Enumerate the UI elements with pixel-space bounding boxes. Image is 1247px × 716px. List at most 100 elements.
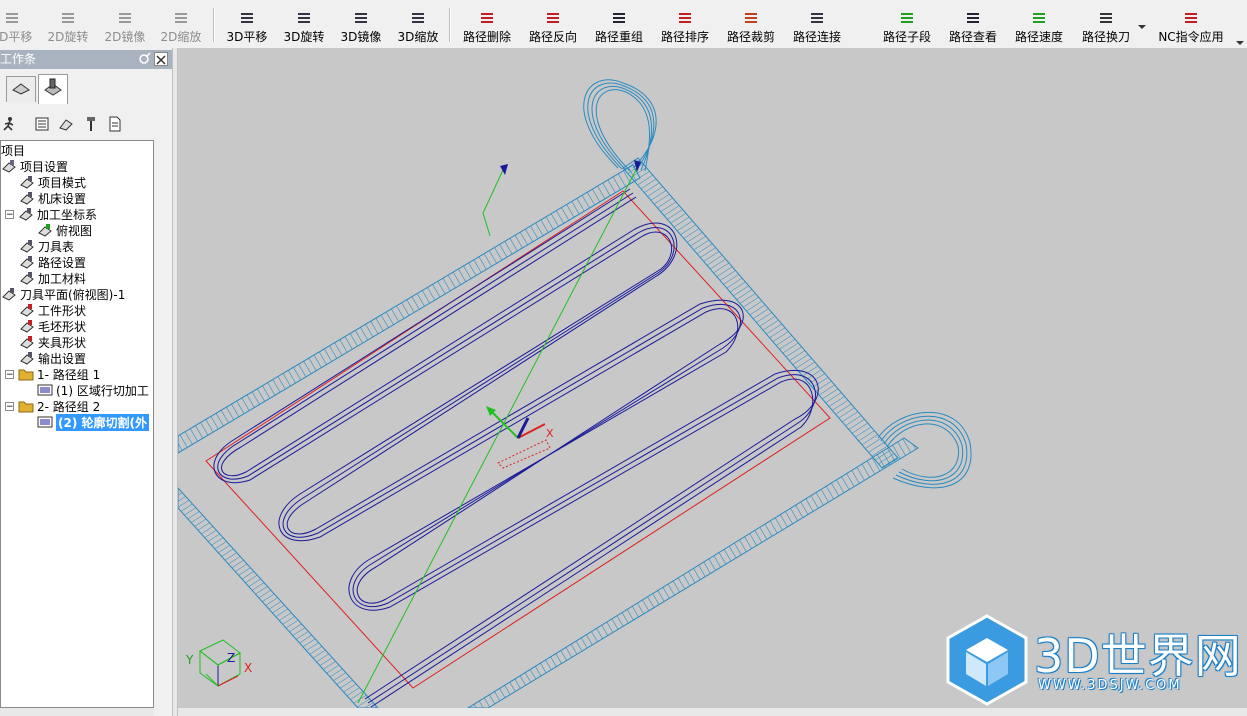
toolbar-button-14[interactable]: 路径连接 [787, 2, 847, 46]
operations-tree: 项目 项目设置 项目模式 机床设置 − 加工坐标系 俯视图 刀具表 路径设置 加工材料 刀具平面(俯… [0, 140, 154, 708]
gizmo-x-label: X [244, 661, 252, 675]
toolbar-button-7[interactable]: 3D镜像 [331, 2, 391, 46]
toolbar-button-label: 路径速度 [1014, 30, 1063, 44]
tool-plane-icon [1, 286, 17, 302]
path-settings-icon [19, 254, 35, 270]
path-subsegment-icon [898, 9, 916, 27]
toolbar-button-label: 路径反向 [528, 30, 577, 44]
tree-item[interactable]: − 2- 路径组 2 [5, 398, 100, 414]
toolbar-button-19[interactable]: NC指令应用 [1158, 2, 1224, 46]
toolbar-button-label: 3D缩放 [397, 30, 439, 44]
viewport-horizontal-scrollbar[interactable] [178, 708, 1247, 716]
tree-item[interactable]: 俯视图 [37, 222, 92, 238]
tree-item[interactable]: − 1- 路径组 1 [5, 366, 100, 382]
tree-item[interactable]: − 加工坐标系 [5, 206, 97, 222]
tree-item[interactable]: 毛坯形状 [19, 318, 86, 334]
tree-collapse-icon[interactable]: − [5, 209, 14, 219]
toolbar-button-label: 2D缩放 [160, 30, 202, 44]
toolpath-scene: X Y Z X [178, 79, 972, 708]
scale-3d-icon [409, 9, 427, 27]
toolbar-button-4[interactable]: 2D缩放 [151, 2, 211, 46]
tree-item-label: 加工材料 [38, 271, 87, 286]
approach-band-lower [467, 437, 919, 708]
tree-item[interactable]: 夹具形状 [19, 334, 86, 350]
toolbar-button-8[interactable]: 3D缩放 [388, 2, 448, 46]
tab-geometry[interactable] [6, 76, 36, 102]
view-orientation-gizmo: Y Z X [185, 639, 252, 687]
tree-item[interactable]: 路径设置 [19, 254, 86, 270]
toolbar-button-15[interactable]: 路径子段 [877, 2, 937, 46]
document-icon[interactable] [106, 115, 124, 133]
toolbar-overflow-chevron-down-icon[interactable] [1138, 20, 1146, 29]
gizmo-z-label: Z [227, 651, 235, 665]
toolbar-button-18[interactable]: 路径换刀 [1076, 2, 1136, 46]
walk-icon[interactable] [0, 115, 18, 133]
toolbar-button-2[interactable]: 2D旋转 [38, 2, 98, 46]
path-trim-icon [742, 9, 760, 27]
tree-item[interactable]: 工件形状 [19, 302, 86, 318]
tool-icon[interactable] [82, 115, 100, 133]
edit-icon[interactable] [57, 115, 75, 133]
tree-item[interactable]: 项目 [1, 142, 25, 158]
origin-x-label: X [546, 427, 554, 440]
graphics-viewport[interactable]: X Y Z X [178, 48, 1247, 708]
close-icon[interactable] [154, 52, 168, 66]
tree-item-label: 输出设置 [38, 351, 87, 366]
stock-shape-icon [19, 318, 35, 334]
path-reverse-icon [544, 9, 562, 27]
toolbar-button-10[interactable]: 路径反向 [523, 2, 583, 46]
toolbar-button-17[interactable]: 路径速度 [1009, 2, 1069, 46]
approach-band-right [622, 157, 899, 469]
toolbar-overflow-chevron-down-icon[interactable] [1236, 36, 1244, 45]
gizmo-y-label: Y [185, 653, 194, 667]
workbar-tabs [0, 74, 172, 104]
project-mode-icon [19, 174, 35, 190]
toolbar-button-9[interactable]: 路径删除 [457, 2, 517, 46]
pin-icon[interactable] [137, 52, 151, 66]
tree-item[interactable]: 刀具平面(俯视图)-1 [1, 286, 125, 302]
coordinate-system-icon [18, 206, 34, 222]
tree-item-label: 工件形状 [38, 303, 87, 318]
machining-tab-icon [42, 78, 64, 101]
toolbar-button-5[interactable]: 3D平移 [217, 2, 277, 46]
toolbar-button-3[interactable]: 2D镜像 [95, 2, 155, 46]
tab-machining[interactable] [38, 74, 68, 104]
watermark-url: WWW.3DSJW.COM [1038, 678, 1182, 693]
tree-item-label: 项目 [1, 143, 26, 158]
move-3d-icon [238, 9, 256, 27]
tree-item-label: 路径设置 [38, 255, 87, 270]
toolbar-button-1[interactable]: 2D平移 [0, 2, 42, 46]
nc-command-icon [1182, 9, 1200, 27]
tree-collapse-icon[interactable]: − [5, 369, 14, 379]
path-sort-icon [676, 9, 694, 27]
tree-item[interactable]: (1) 区域行切加工 [37, 382, 149, 398]
toolbar-button-label: 路径查看 [948, 30, 997, 44]
toolbar-button-label: 路径删除 [462, 30, 511, 44]
main-toolbar: 2D平移 2D旋转 2D镜像 2D缩放 3D平移 3D旋转 3D镜像 3D缩放 路径删除 路径反向… [0, 0, 1247, 49]
tree-item[interactable]: 输出设置 [19, 350, 86, 366]
tree-item[interactable]: (2) 轮廓切割(外 [37, 413, 149, 431]
toolpath-icon [37, 382, 53, 398]
toolbar-button-12[interactable]: 路径排序 [655, 2, 715, 46]
tree-item[interactable]: 加工材料 [19, 270, 86, 286]
approach-band-upper [178, 164, 641, 454]
site-watermark: 3D世界网 WWW.3DSJW.COM [944, 612, 1244, 708]
tree-item[interactable]: 项目设置 [1, 158, 68, 174]
tree-item-label: 项目设置 [20, 159, 69, 174]
toolbar-separator [213, 8, 215, 42]
workbar-subtoolbar [0, 112, 172, 136]
toolbar-button-label: 3D平移 [226, 30, 268, 44]
path-delete-icon [478, 9, 496, 27]
tree-vertical-scrollbar[interactable] [156, 140, 172, 708]
list-icon[interactable] [33, 115, 51, 133]
toolbar-button-16[interactable]: 路径查看 [943, 2, 1003, 46]
tree-item[interactable]: 项目模式 [19, 174, 86, 190]
tree-item[interactable]: 机床设置 [19, 190, 86, 206]
toolbar-button-13[interactable]: 路径裁剪 [721, 2, 781, 46]
top-view-icon [37, 222, 53, 238]
tree-collapse-icon[interactable]: − [5, 401, 14, 411]
tree-horizontal-scrollbar[interactable] [0, 708, 154, 716]
toolbar-button-11[interactable]: 路径重组 [589, 2, 649, 46]
tree-item[interactable]: 刀具表 [19, 238, 74, 254]
toolbar-button-6[interactable]: 3D旋转 [274, 2, 334, 46]
